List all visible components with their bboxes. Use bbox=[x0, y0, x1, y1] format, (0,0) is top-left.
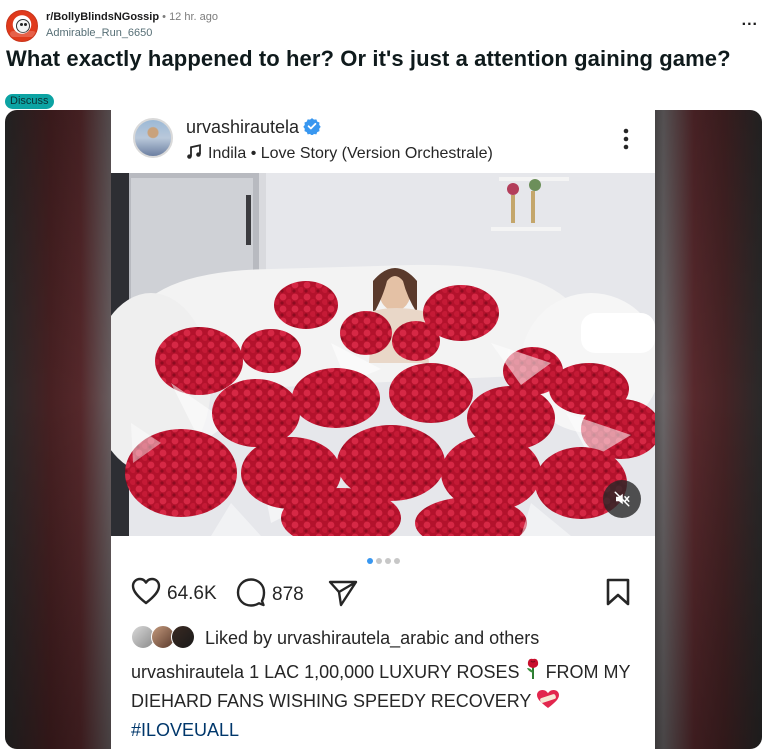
like-button[interactable]: 64.6K bbox=[131, 577, 217, 610]
liked-by-row[interactable]: Liked by urvashirautela_arabic and other… bbox=[131, 624, 539, 652]
liked-by-text: Liked by urvashirautela_arabic and other… bbox=[205, 627, 540, 648]
heart-icon bbox=[131, 577, 161, 610]
liker-avatar bbox=[171, 625, 195, 649]
author-link[interactable]: Admirable_Run_6650 bbox=[46, 27, 152, 39]
post-title[interactable]: What exactly happened to her? Or it's ju… bbox=[6, 46, 762, 72]
instagram-username-row[interactable]: urvashirautela bbox=[186, 117, 321, 140]
subreddit-avatar-icon[interactable] bbox=[6, 10, 38, 42]
comment-count: 878 bbox=[272, 583, 304, 605]
meta-separator: • bbox=[162, 11, 166, 23]
bookmark-icon bbox=[605, 578, 631, 611]
instagram-username[interactable]: urvashirautela bbox=[186, 117, 299, 137]
comment-bubble-icon bbox=[236, 577, 266, 612]
verified-badge-icon bbox=[303, 117, 321, 140]
carousel-dot bbox=[384, 558, 391, 564]
save-button[interactable] bbox=[605, 578, 631, 611]
post-photo[interactable] bbox=[111, 173, 655, 536]
comment-button[interactable]: 878 bbox=[236, 577, 304, 612]
carousel-dot bbox=[366, 558, 373, 564]
post-flair[interactable]: Discuss bbox=[5, 94, 54, 109]
vertical-dots-icon[interactable] bbox=[623, 128, 629, 155]
more-options-button[interactable]: ... bbox=[742, 13, 758, 29]
carousel-dot bbox=[393, 558, 400, 564]
speaker-muted-icon[interactable] bbox=[603, 480, 641, 518]
caption-username[interactable]: urvashirautela bbox=[131, 662, 244, 682]
post-header: r/BollyBlindsNGossip • 12 hr. ago Admira… bbox=[6, 8, 768, 44]
action-bar: 64.6K 878 bbox=[131, 577, 635, 609]
post-caption: urvashirautela 1 LAC 1,00,000 LUXURY ROS… bbox=[131, 658, 636, 744]
carousel-indicator bbox=[111, 551, 655, 569]
post-media[interactable]: urvashirautela Indila • Love Story (Vers… bbox=[5, 110, 762, 749]
heart-bandage-emoji-icon bbox=[536, 689, 560, 717]
caption-text-1: 1 LAC 1,00,000 LUXURY ROSES bbox=[244, 662, 525, 682]
music-note-icon bbox=[186, 144, 202, 165]
paper-plane-icon bbox=[328, 579, 358, 612]
rose-emoji-icon bbox=[525, 658, 541, 688]
carousel-dot bbox=[375, 558, 382, 564]
instagram-avatar[interactable] bbox=[133, 118, 173, 158]
audio-track[interactable]: Indila • Love Story (Version Orchestrale… bbox=[186, 144, 493, 165]
hashtag-link[interactable]: #ILOVEUALL bbox=[131, 717, 636, 744]
post-time: 12 hr. ago bbox=[169, 11, 218, 23]
like-count: 64.6K bbox=[167, 582, 217, 604]
liker-avatars bbox=[131, 625, 197, 651]
subreddit-link[interactable]: r/BollyBlindsNGossip bbox=[46, 11, 159, 23]
song-title: Indila • Love Story (Version Orchestrale… bbox=[208, 145, 493, 162]
share-button[interactable] bbox=[328, 579, 358, 612]
instagram-post-card: urvashirautela Indila • Love Story (Vers… bbox=[111, 110, 655, 749]
post-meta: r/BollyBlindsNGossip • 12 hr. ago bbox=[46, 11, 218, 23]
